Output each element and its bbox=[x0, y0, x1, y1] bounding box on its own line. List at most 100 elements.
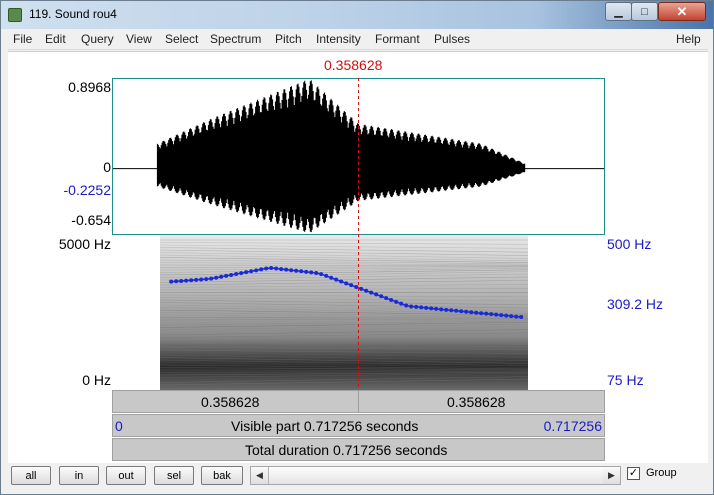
spectrogram-bottom-label: 0 Hz bbox=[82, 372, 111, 388]
pitch-point bbox=[264, 266, 269, 271]
pitch-point bbox=[474, 310, 479, 315]
zoom-back-button[interactable]: bak bbox=[201, 466, 243, 485]
menu-select[interactable]: Select bbox=[165, 32, 198, 46]
maximize-button[interactable]: □ bbox=[631, 2, 658, 21]
menu-query[interactable]: Query bbox=[81, 32, 114, 46]
left-segment-bar[interactable]: 0.358628 bbox=[112, 390, 359, 413]
pitch-point bbox=[459, 309, 464, 314]
menu-spectrum[interactable]: Spectrum bbox=[210, 32, 261, 46]
pitch-point bbox=[354, 285, 359, 290]
pitch-point bbox=[199, 277, 204, 282]
pitch-point bbox=[504, 313, 509, 318]
pitch-point bbox=[184, 278, 189, 283]
zoom-in-button[interactable]: in bbox=[59, 466, 99, 485]
menu-view[interactable]: View bbox=[126, 32, 152, 46]
pitch-point bbox=[214, 275, 219, 280]
pitch-point bbox=[364, 288, 369, 293]
pitch-point bbox=[304, 269, 309, 274]
pitch-point bbox=[229, 272, 234, 277]
pitch-point bbox=[439, 307, 444, 312]
waveform-max-label: 0.8968 bbox=[68, 79, 111, 95]
group-checkbox[interactable]: ✓ bbox=[627, 467, 640, 480]
pitch-point bbox=[404, 303, 409, 308]
praat-app-icon bbox=[8, 8, 22, 22]
pitch-point bbox=[399, 301, 404, 306]
total-duration-label: Total duration 0.717256 seconds bbox=[245, 442, 448, 458]
pitch-point bbox=[324, 273, 329, 278]
pitch-point bbox=[409, 304, 414, 309]
pitch-point bbox=[314, 270, 319, 275]
pitch-point bbox=[514, 314, 519, 319]
waveform-cursor-value-label: -0.2252 bbox=[63, 182, 111, 198]
pitch-point bbox=[484, 311, 489, 316]
horizontal-scrollbar[interactable]: ◀ ▶ bbox=[250, 466, 621, 485]
pitch-point bbox=[454, 308, 459, 313]
pitch-point bbox=[379, 294, 384, 299]
cursor-time-label: 0.358628 bbox=[324, 57, 383, 73]
window-title: 119. Sound rou4 bbox=[29, 7, 117, 21]
zoom-out-button[interactable]: out bbox=[106, 466, 146, 485]
pitch-point bbox=[169, 279, 174, 284]
menu-pulses[interactable]: Pulses bbox=[434, 32, 470, 46]
zoom-selection-button[interactable]: sel bbox=[154, 466, 194, 485]
spectrogram-plot bbox=[159, 235, 529, 390]
menu-bar: File Edit Query View Select Spectrum Pit… bbox=[8, 29, 708, 50]
pitch-point bbox=[359, 286, 364, 291]
left-segment-label: 0.358628 bbox=[201, 394, 260, 410]
pitch-point bbox=[424, 305, 429, 310]
menu-help[interactable]: Help bbox=[676, 32, 701, 46]
zoom-all-button[interactable]: all bbox=[11, 466, 51, 485]
waveform-trace bbox=[156, 80, 526, 233]
sound-editor-window: 119. Sound rou4 ▁ □ ✕ File Edit Query Vi… bbox=[0, 0, 714, 495]
pitch-point bbox=[249, 269, 254, 274]
right-segment-bar[interactable]: 0.358628 bbox=[358, 390, 605, 413]
pitch-cursor-label: 309.2 Hz bbox=[607, 296, 664, 312]
bottom-toolbar: all in out sel bak ◀ ▶ ✓ Group bbox=[8, 463, 708, 493]
menu-formant[interactable]: Formant bbox=[375, 32, 420, 46]
scroll-left-arrow-icon[interactable]: ◀ bbox=[251, 467, 268, 484]
scroll-right-arrow-icon[interactable]: ▶ bbox=[603, 467, 620, 484]
pitch-point bbox=[174, 279, 179, 284]
close-button[interactable]: ✕ bbox=[658, 2, 706, 21]
waveform-plot bbox=[113, 80, 604, 233]
visible-part-bar[interactable]: 0 Visible part 0.717256 seconds 0.717256 bbox=[112, 414, 605, 437]
pitch-point bbox=[224, 273, 229, 278]
pitch-point bbox=[489, 312, 494, 317]
pitch-point bbox=[239, 271, 244, 276]
pitch-point bbox=[414, 304, 419, 309]
pitch-point bbox=[509, 314, 514, 319]
pitch-point bbox=[299, 269, 304, 274]
menu-pitch[interactable]: Pitch bbox=[275, 32, 302, 46]
waveform-min-label: -0.654 bbox=[71, 212, 111, 228]
group-checkbox-label: Group bbox=[646, 467, 677, 479]
sound-drawing-area[interactable]: 0.358628 0.8968 0 -0.2252 -0.654 5000 Hz… bbox=[8, 51, 708, 463]
pitch-point bbox=[194, 277, 199, 282]
menu-file[interactable]: File bbox=[13, 32, 32, 46]
pitch-point bbox=[429, 306, 434, 311]
pitch-point bbox=[319, 272, 324, 277]
waveform-panel[interactable] bbox=[112, 78, 605, 235]
menu-intensity[interactable]: Intensity bbox=[316, 32, 361, 46]
spectrogram-top-label: 5000 Hz bbox=[58, 236, 111, 252]
pitch-point bbox=[519, 315, 524, 320]
visible-part-label: Visible part 0.717256 seconds bbox=[231, 418, 419, 434]
pitch-point bbox=[344, 281, 349, 286]
pitch-point bbox=[419, 305, 424, 310]
menu-edit[interactable]: Edit bbox=[45, 32, 66, 46]
pitch-ceiling-label: 500 Hz bbox=[607, 236, 652, 252]
total-duration-bar[interactable]: Total duration 0.717256 seconds bbox=[112, 438, 605, 461]
pitch-point bbox=[244, 270, 249, 275]
pitch-point bbox=[444, 307, 449, 312]
scroll-thumb[interactable] bbox=[268, 467, 604, 484]
pitch-point bbox=[209, 276, 214, 281]
visible-start-label: 0 bbox=[115, 418, 123, 434]
waveform-zero-label: 0 bbox=[103, 159, 111, 175]
pitch-point bbox=[219, 274, 224, 279]
pitch-point bbox=[189, 278, 194, 283]
pitch-point bbox=[274, 266, 279, 271]
minimize-button[interactable]: ▁ bbox=[605, 2, 632, 21]
pitch-point bbox=[394, 299, 399, 304]
pitch-point bbox=[294, 268, 299, 273]
pitch-point bbox=[334, 277, 339, 282]
spectrogram-panel[interactable] bbox=[112, 235, 605, 390]
